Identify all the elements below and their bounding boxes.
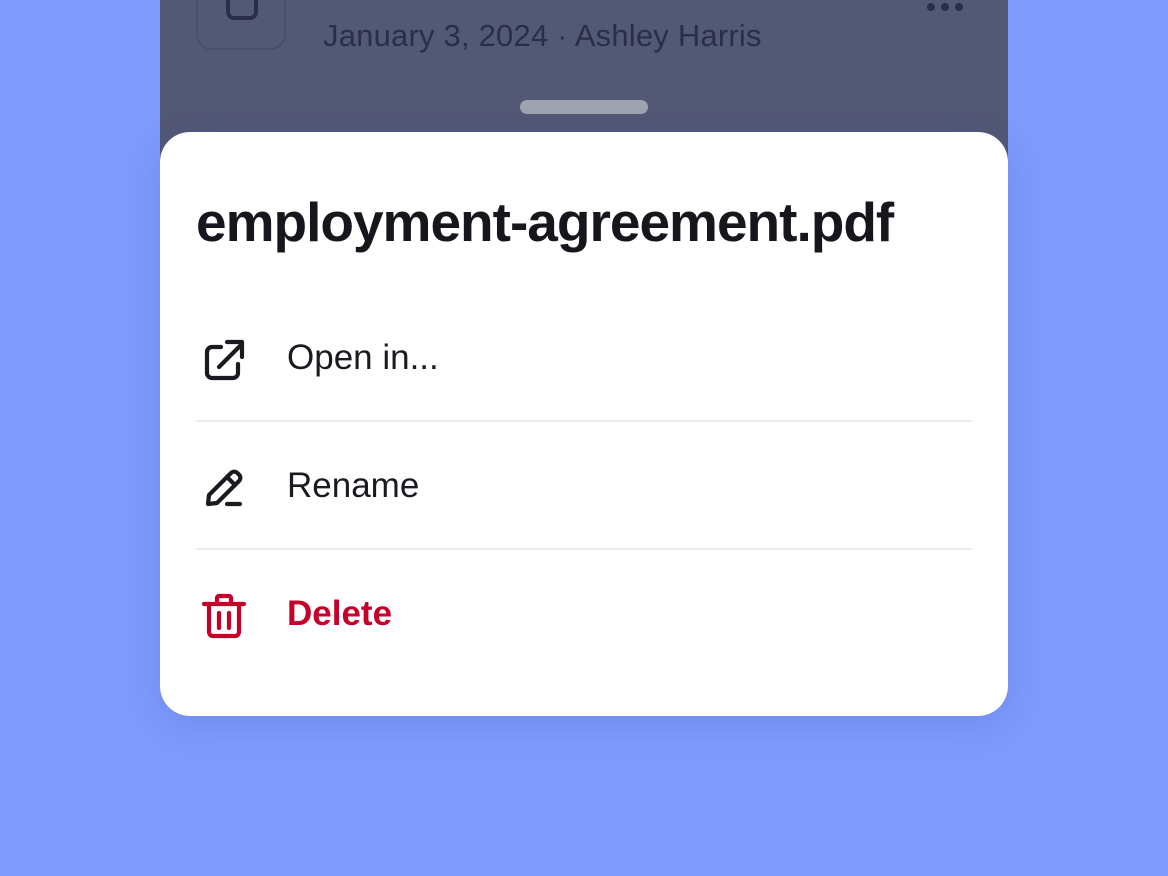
sheet-drag-handle[interactable] bbox=[520, 100, 648, 114]
open-in-menu-item[interactable]: Open in... bbox=[196, 294, 972, 422]
open-in-label: Open in... bbox=[287, 338, 439, 377]
delete-label: Delete bbox=[287, 594, 393, 633]
external-link-icon bbox=[200, 336, 248, 384]
file-meta: January 3, 2024 · Ashley Harris bbox=[323, 18, 762, 53]
delete-menu-item[interactable]: Delete bbox=[196, 550, 972, 678]
file-row[interactable]: January 3, 2024 · Ashley Harris bbox=[160, 0, 1008, 90]
more-horizontal-icon bbox=[927, 3, 963, 11]
file-thumbnail bbox=[196, 0, 286, 50]
trash-icon bbox=[200, 592, 248, 640]
action-menu: Open in... Rename Delete bbox=[196, 294, 972, 678]
rename-menu-item[interactable]: Rename bbox=[196, 422, 972, 550]
more-button[interactable] bbox=[920, 0, 970, 18]
rename-label: Rename bbox=[287, 466, 420, 505]
sheet-title: employment-agreement.pdf bbox=[196, 191, 894, 253]
action-sheet: employment-agreement.pdf Open in... Rena… bbox=[160, 132, 1008, 716]
app-stage: January 3, 2024 · Ashley Harris employme… bbox=[0, 0, 1168, 876]
pencil-icon bbox=[200, 464, 248, 512]
document-icon bbox=[226, 0, 258, 20]
